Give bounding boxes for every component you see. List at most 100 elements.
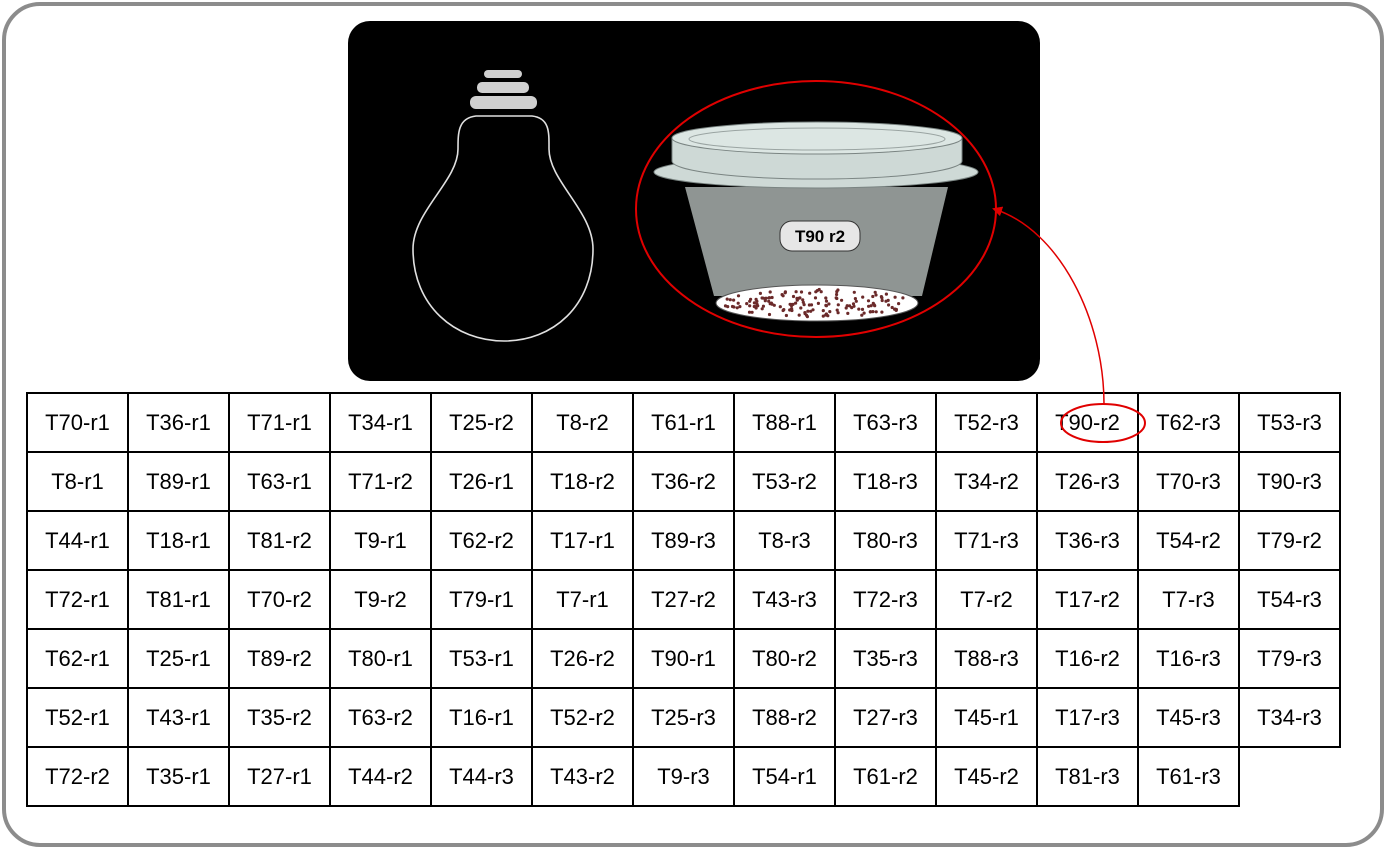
grid-cell: T52-r2 [531,687,634,748]
grid-cell: T53-r2 [733,451,836,512]
grid-cell: T8-r3 [733,510,836,571]
grid-cell: T63-r1 [228,451,331,512]
grid-cell: T25-r3 [632,687,735,748]
grid-cell: T36-r2 [632,451,735,512]
pot-label: T90 r2 [795,227,845,246]
grid-cell: T25-r1 [127,628,230,689]
grid-cell: T88-r3 [935,628,1038,689]
grid-cell: T44-r3 [430,746,533,807]
grid-cell: T17-r1 [531,510,634,571]
grid-cell: T8-r2 [531,392,634,453]
grid-cell: T36-r3 [1036,510,1139,571]
grid-cell: T7-r1 [531,569,634,630]
grid-cell: T61-r3 [1137,746,1240,807]
grid-cell: T71-r2 [329,451,432,512]
grid-cell: T70-r3 [1137,451,1240,512]
grid-cell: T53-r1 [430,628,533,689]
grid-cell: T81-r1 [127,569,230,630]
grid-cell: T62-r2 [430,510,533,571]
grid-cell: T70-r1 [26,392,129,453]
grid-cell: T61-r1 [632,392,735,453]
grid-cell: T89-r2 [228,628,331,689]
grid-cell: T80-r1 [329,628,432,689]
grid-cell: T35-r1 [127,746,230,807]
grid-cell: T62-r3 [1137,392,1240,453]
empty-cell [1239,747,1340,806]
grid-cell: T34-r2 [935,451,1038,512]
grid-cell: T44-r1 [26,510,129,571]
grid-cell: T90-r3 [1238,451,1341,512]
grid-cell: T81-r2 [228,510,331,571]
grid-cell: T27-r3 [834,687,937,748]
grid-cell: T9-r1 [329,510,432,571]
grid-cell: T90-r1 [632,628,735,689]
grid-cell: T88-r1 [733,392,836,453]
grid-cell: T25-r2 [430,392,533,453]
grid-cell: T18-r3 [834,451,937,512]
grid-row: T70-r1 T36-r1 T71-r1 T34-r1 T25-r2 T8-r2 T61-r… [26,392,1341,453]
pot-icon: T90 r2 [653,121,979,322]
grid-cell: T16-r3 [1137,628,1240,689]
grid-row: T8-r1 T89-r1 T63-r1 T71-r2 T26-r1 T18-r2 T36-r… [26,451,1341,512]
illustration-svg: T90 r2 [412,70,997,342]
grid-cell: T27-r1 [228,746,331,807]
light-bulb-icon [412,70,594,342]
grid-cell: T34-r1 [329,392,432,453]
grid-cell: T52-r3 [935,392,1038,453]
grid-row: T72-r1 T81-r1 T70-r2 T9-r2 T79-r1 T7-r1 T27-r2… [26,569,1341,630]
grid-cell: T79-r1 [430,569,533,630]
grid-cell: T54-r1 [733,746,836,807]
grid-cell: T36-r1 [127,392,230,453]
grid-cell: T26-r2 [531,628,634,689]
grid-cell: T17-r2 [1036,569,1139,630]
grid-cell: T9-r3 [632,746,735,807]
grid-cell: T34-r3 [1238,687,1341,748]
grid-cell: T62-r1 [26,628,129,689]
grid-cell: T71-r3 [935,510,1038,571]
grid-cell: T63-r3 [834,392,937,453]
grid-row: T52-r1 T43-r1 T35-r2 T63-r2 T16-r1 T52-r2 T25-… [26,687,1341,748]
illustration-panel: T90 r2 [348,21,1040,381]
grid-cell: T70-r2 [228,569,331,630]
grid-cell: T90-r2 [1036,392,1139,453]
grid-cell: T45-r2 [935,746,1038,807]
grid-cell: T81-r3 [1036,746,1139,807]
grid-cell: T61-r2 [834,746,937,807]
grid-cell: T88-r2 [733,687,836,748]
grid-cell: T27-r2 [632,569,735,630]
grid-cell: T45-r3 [1137,687,1240,748]
grid-cell: T79-r3 [1238,628,1341,689]
grid-cell: T7-r2 [935,569,1038,630]
grid-cell: T53-r3 [1238,392,1341,453]
grid-cell: T52-r1 [26,687,129,748]
grid-row: T44-r1 T18-r1 T81-r2 T9-r1 T62-r2 T17-r1 T89-r… [26,510,1341,571]
grid-cell: T17-r3 [1036,687,1139,748]
grid-cell: T9-r2 [329,569,432,630]
grid-cell: T72-r2 [26,746,129,807]
grid-cell: T43-r2 [531,746,634,807]
grid-cell: T63-r2 [329,687,432,748]
grid-cell: T89-r1 [127,451,230,512]
grid-cell: T26-r3 [1036,451,1139,512]
grid-cell: T7-r3 [1137,569,1240,630]
tray-layout-grid: T70-r1 T36-r1 T71-r1 T34-r1 T25-r2 T8-r2 T61-r… [26,392,1341,807]
grid-cell: T89-r3 [632,510,735,571]
grid-cell: T45-r1 [935,687,1038,748]
grid-cell: T35-r3 [834,628,937,689]
grid-cell: T35-r2 [228,687,331,748]
grid-cell: T43-r1 [127,687,230,748]
grid-cell: T26-r1 [430,451,533,512]
grid-cell: T80-r3 [834,510,937,571]
grid-cell: T16-r1 [430,687,533,748]
grid-cell: T8-r1 [26,451,129,512]
grid-cell: T71-r1 [228,392,331,453]
grid-cell: T16-r2 [1036,628,1139,689]
grid-cell: T44-r2 [329,746,432,807]
grid-cell: T72-r3 [834,569,937,630]
grid-cell: T80-r2 [733,628,836,689]
grid-cell: T54-r2 [1137,510,1240,571]
grid-cell: T18-r2 [531,451,634,512]
grid-row: T62-r1 T25-r1 T89-r2 T80-r1 T53-r1 T26-r2 T90-… [26,628,1341,689]
grid-cell: T54-r3 [1238,569,1341,630]
grid-cell: T18-r1 [127,510,230,571]
